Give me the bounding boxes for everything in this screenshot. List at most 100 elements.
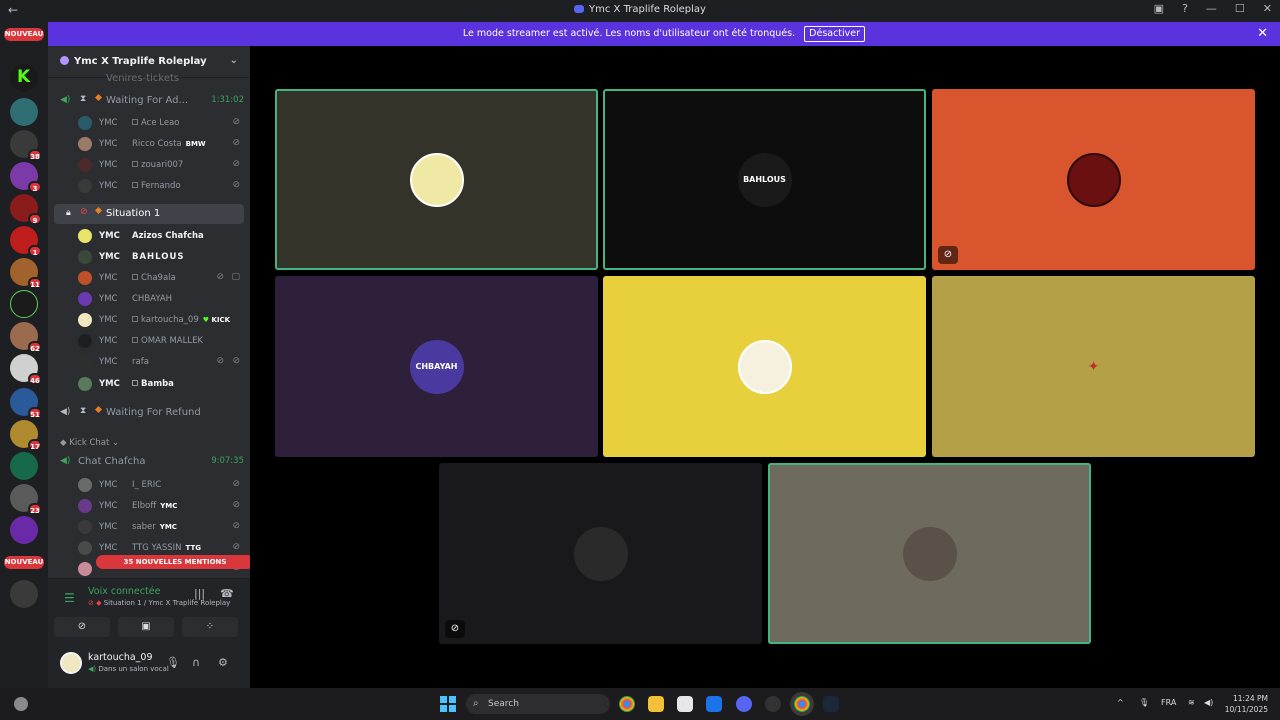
- chevron-up-icon[interactable]: ^: [1117, 698, 1124, 707]
- discord-icon[interactable]: [736, 696, 752, 712]
- store-icon[interactable]: [677, 696, 693, 712]
- server-icon[interactable]: 23: [10, 484, 42, 515]
- window-controls: ▣ ? — ☐ ✕: [1154, 2, 1272, 15]
- server-icon[interactable]: [10, 452, 38, 480]
- server-icon[interactable]: 17: [10, 420, 42, 451]
- headphones-icon[interactable]: ∩: [192, 656, 200, 669]
- search-box[interactable]: ⌕ Search: [466, 694, 610, 714]
- voice-user[interactable]: YMC kartoucha_09 ♥ KICK: [48, 310, 250, 330]
- wifi-icon[interactable]: ≋: [1188, 698, 1195, 707]
- server-icon[interactable]: 1: [10, 226, 42, 257]
- chevron-down-icon[interactable]: ⌄: [230, 55, 238, 66]
- voice-user[interactable]: YMC Cha9ala ⊘ ▢: [48, 268, 250, 288]
- voice-user[interactable]: YMC I_ ERIC ⊘: [48, 475, 250, 495]
- voice-user[interactable]: YMC BAHLOUS: [48, 247, 250, 267]
- chrome-active-icon[interactable]: [794, 696, 810, 712]
- server-icon[interactable]: 62: [10, 322, 42, 353]
- participant-tile[interactable]: ⊘: [932, 89, 1255, 270]
- close-icon[interactable]: ✕: [1263, 2, 1272, 15]
- server-icon-kick[interactable]: K: [10, 64, 38, 92]
- participant-tile[interactable]: [768, 463, 1091, 644]
- voice-user[interactable]: YMC Fernando ⊘: [48, 176, 250, 196]
- user-avatar[interactable]: [60, 652, 82, 674]
- app-icon[interactable]: [765, 696, 781, 712]
- server-icon[interactable]: [10, 516, 38, 544]
- voice-channel-waiting-admin[interactable]: ◀) ⧗ Waiting For Ad... 1:31:02: [48, 91, 250, 111]
- chrome-icon[interactable]: [619, 696, 635, 712]
- user-status: ◀) Dans un salon vocal: [88, 665, 169, 673]
- category-kick-chat[interactable]: ◆ Kick Chat ⌄: [60, 438, 119, 448]
- voice-stage: BAHLOUS ⊘ CHBAYAH ✦ ⊘: [250, 46, 1280, 688]
- participant-tile[interactable]: ⊘: [439, 463, 762, 644]
- disable-streamer-button[interactable]: Désactiver: [804, 26, 866, 42]
- screen-share-button[interactable]: ▣: [118, 617, 174, 637]
- voice-user[interactable]: YMC rafa ⊘ ⊘: [48, 352, 250, 372]
- voice-connected-panel: ☰ Voix connectée ⊘ ◆ Situation 1 / Ymc X…: [48, 578, 250, 642]
- server-icon[interactable]: 51: [10, 388, 42, 419]
- voice-channel-chat-chafcha[interactable]: ◀) Chat Chafcha 9:07:35: [48, 452, 250, 472]
- server-icon[interactable]: 46: [10, 354, 42, 385]
- voice-user[interactable]: YMC OMAR MALLEK: [48, 331, 250, 351]
- file-explorer-icon[interactable]: [648, 696, 664, 712]
- voice-user[interactable]: YMC Bamba: [48, 374, 250, 394]
- participant-tile[interactable]: [603, 276, 926, 457]
- server-icon[interactable]: 11: [10, 258, 42, 289]
- minimize-icon[interactable]: —: [1206, 2, 1217, 15]
- avatar: [78, 355, 92, 369]
- channel-truncated[interactable]: Venires-tickets: [48, 71, 250, 91]
- server-icon[interactable]: [10, 290, 38, 318]
- mail-icon[interactable]: [706, 696, 722, 712]
- voice-user[interactable]: YMC CHBAYAH: [48, 289, 250, 309]
- new-badge-bottom[interactable]: NOUVEAU: [4, 556, 44, 569]
- avatar: [78, 229, 92, 243]
- close-banner-icon[interactable]: ✕: [1257, 22, 1268, 46]
- voice-location[interactable]: ⊘ ◆ Situation 1 / Ymc X Traplife Rolepla…: [88, 599, 230, 607]
- voice-channel-situation-1[interactable]: 🔒︎ ⊘ Situation 1: [54, 204, 244, 224]
- server-icon[interactable]: [10, 98, 38, 126]
- start-button[interactable]: [440, 696, 456, 712]
- server-icon[interactable]: 9: [10, 194, 42, 225]
- voice-user[interactable]: YMC Azizos Chafcha: [48, 226, 250, 246]
- settings-gear-icon[interactable]: ⚙: [218, 656, 228, 669]
- disconnect-icon[interactable]: ☎: [220, 587, 234, 600]
- steam-icon[interactable]: [823, 696, 839, 712]
- deafened-icon: ⊘: [232, 479, 240, 489]
- noise-suppression-icon[interactable]: |||: [194, 587, 205, 600]
- activities-button[interactable]: ⁘: [182, 617, 238, 637]
- deafened-icon: ⊘: [232, 521, 240, 531]
- taskbar: ⌕ Search ^ FRA 🎙︎ ≋ ◀) 11:24 PM 10/11/2025: [0, 688, 1280, 720]
- new-badge-top[interactable]: NOUVEAU: [4, 28, 44, 41]
- participant-avatar: [737, 339, 792, 394]
- voice-channel-waiting-refund[interactable]: ◀) ⧗ Waiting For Refund: [48, 403, 250, 423]
- inbox-icon[interactable]: ▣: [1154, 2, 1164, 15]
- participant-tile[interactable]: CHBAYAH: [275, 276, 598, 457]
- server-icon[interactable]: 3: [10, 162, 42, 193]
- voice-user[interactable]: YMC saber YMC ⊘: [48, 517, 250, 537]
- new-mentions-pill[interactable]: 35 NOUVELLES MENTIONS: [96, 555, 250, 569]
- voice-user[interactable]: YMC Ricco Costa BMW ⊘: [48, 134, 250, 154]
- voice-user[interactable]: YMC zouari007 ⊘: [48, 155, 250, 175]
- maximize-icon[interactable]: ☐: [1235, 2, 1245, 15]
- camera-off-icon: ⊘: [445, 620, 465, 638]
- camera-off-button[interactable]: ⊘: [54, 617, 110, 637]
- server-icon[interactable]: 38: [10, 130, 42, 161]
- volume-icon[interactable]: ◀): [1204, 698, 1213, 707]
- voice-user[interactable]: YMC Ace Leao ⊘: [48, 113, 250, 133]
- server-icon[interactable]: [10, 580, 38, 608]
- weather-icon[interactable]: [14, 697, 28, 711]
- participant-tile[interactable]: ✦: [932, 276, 1255, 457]
- participant-tile[interactable]: BAHLOUS: [603, 89, 926, 270]
- microphone-tray-icon[interactable]: 🎙︎: [1139, 698, 1149, 707]
- voice-status[interactable]: Voix connectée: [88, 586, 160, 597]
- deafened-icon: ⊘: [232, 542, 240, 552]
- language-indicator[interactable]: FRA: [1161, 698, 1176, 707]
- participant-avatar: [573, 526, 628, 581]
- microphone-icon[interactable]: 🎙︎: [166, 656, 180, 669]
- avatar: [78, 541, 92, 555]
- help-icon[interactable]: ?: [1182, 2, 1188, 15]
- participant-tile[interactable]: [275, 89, 598, 270]
- user-name[interactable]: kartoucha_09: [88, 652, 153, 663]
- voice-user[interactable]: YMC Elboff YMC ⊘: [48, 496, 250, 516]
- avatar: [78, 116, 92, 130]
- clock[interactable]: 11:24 PM 10/11/2025: [1225, 693, 1268, 715]
